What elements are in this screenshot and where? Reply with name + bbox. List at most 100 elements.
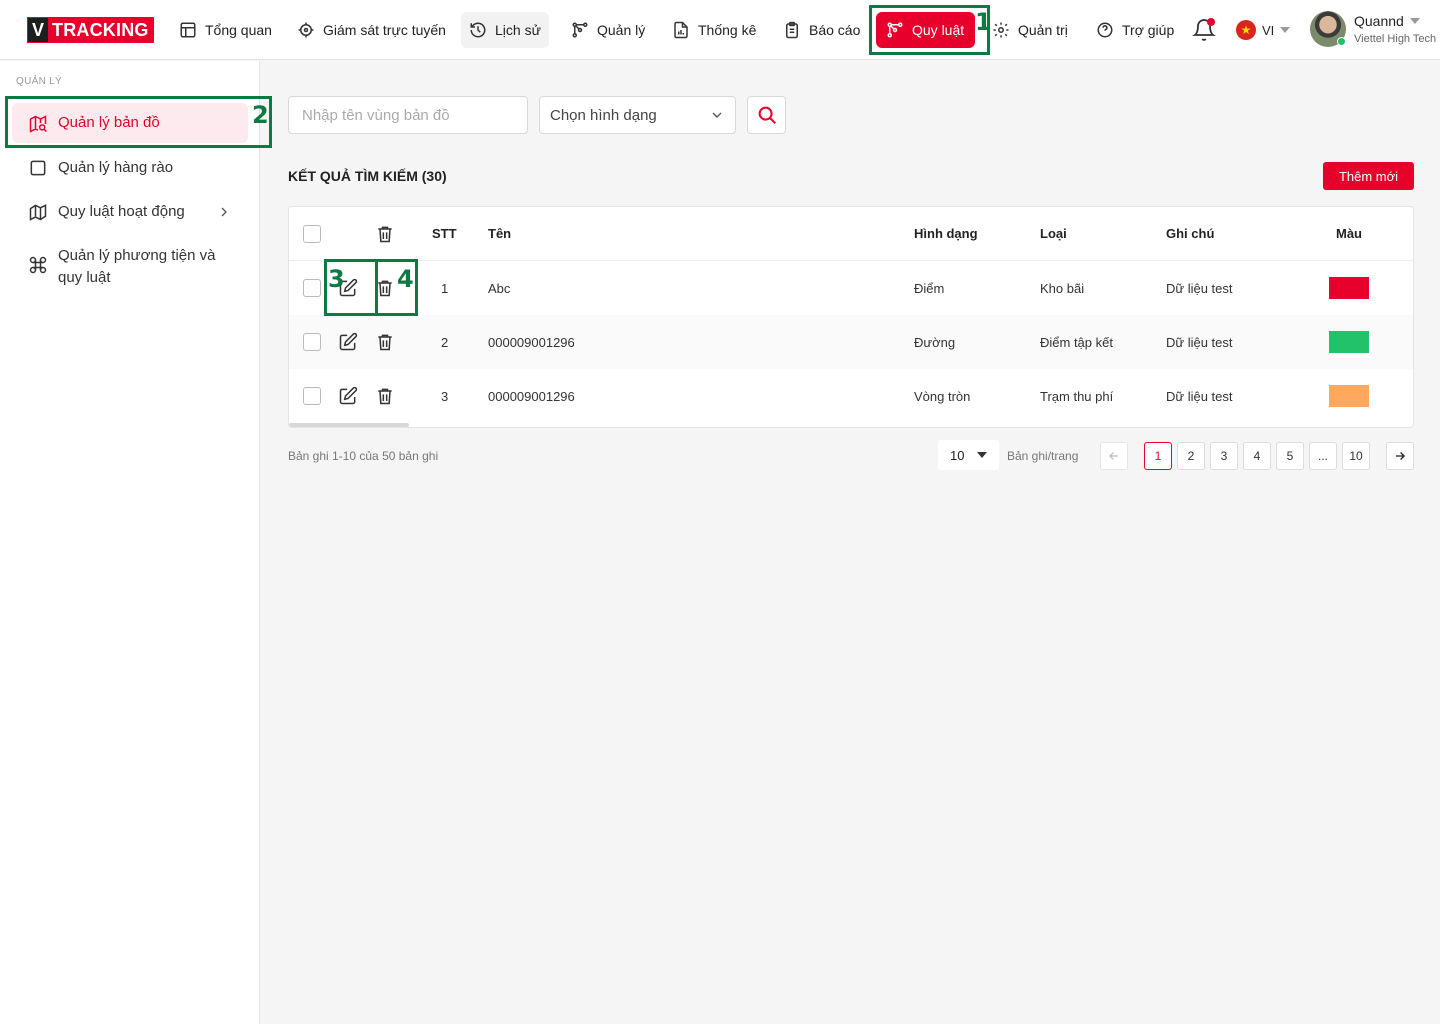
nav-bao-cao[interactable]: Báo cáo [775,12,868,48]
cell-name: 000009001296 [488,334,575,350]
sidebar-section-title: QUẢN LÝ [16,76,63,87]
online-status-dot [1337,37,1346,46]
cell-shape: Đường [914,334,956,350]
next-page-button[interactable] [1386,442,1414,470]
add-new-button[interactable]: Thêm mới [1323,162,1414,190]
caret-down-icon [977,452,987,458]
sidebar-item-label: Quy luật hoạt động [58,203,185,220]
shape-select-placeholder: Chọn hình dạng [550,106,657,124]
chevron-down-icon [1280,27,1291,33]
search-button[interactable] [747,96,786,134]
cell-stt: 2 [441,334,449,350]
nav-label: Báo cáo [809,22,861,38]
color-swatch [1329,277,1369,299]
nav-quan-ly[interactable]: Quản lý [563,12,653,48]
table-header-row: STT Tên Hình dạng Loại Ghi chú Màu [289,207,1413,261]
page-button[interactable]: 3 [1210,442,1238,470]
page-button[interactable]: 10 [1342,442,1370,470]
horizontal-scrollbar[interactable] [289,423,409,427]
nav-label: Quản lý [597,22,646,38]
page-button[interactable]: 1 [1144,442,1172,470]
header-color: Màu [1336,226,1362,241]
table-row: 2 000009001296 Đường Điểm tập kết Dữ liệu te… [289,315,1413,369]
annotation-number-4: 4 [397,265,414,293]
prev-page-button[interactable] [1100,442,1128,470]
map-fold-icon [29,204,47,221]
notification-bell[interactable] [1192,18,1216,42]
color-swatch [1329,385,1369,407]
user-name: Quannd [1354,13,1404,29]
header-name: Tên [488,226,512,241]
sidebar-item-quy-luat-hoat-dong[interactable]: Quy luật hoạt động [12,201,248,223]
row-checkbox[interactable] [303,279,321,297]
nav-label: Quản trị [1018,22,1068,38]
table-row: 3 000009001296 Vòng tròn Trạm thu phí Dữ liệ… [289,369,1413,423]
page-size-value: 10 [950,447,965,463]
page-size-label: Bản ghi/trang [1007,449,1079,463]
trash-icon[interactable] [375,386,395,406]
page-button[interactable]: 5 [1276,442,1304,470]
user-menu[interactable]: Quannd Viettel High Tech [1310,11,1436,47]
page-button[interactable]: 2 [1177,442,1205,470]
table-row: 1 Abc Điểm Kho bãi Dữ liệu test [289,261,1413,315]
search-icon [758,106,776,124]
annotation-box-1 [869,5,990,55]
annotation-number-2: 2 [252,101,269,129]
vtracking-logo[interactable]: V TRACKING [27,17,154,43]
cell-note: Dữ liệu test [1166,388,1233,404]
language-selector[interactable]: ★ VI [1236,20,1291,40]
cell-note: Dữ liệu test [1166,334,1233,350]
sidebar-item-quan-ly-hang-rao[interactable]: Quản lý hàng rào [12,157,248,179]
results-title: KẾT QUẢ TÌM KIẾM (30) [288,168,447,184]
vietnam-flag-icon: ★ [1236,20,1256,40]
header-shape: Hình dạng [914,226,978,241]
cell-type: Kho bãi [1040,280,1085,296]
map-table: STT Tên Hình dạng Loại Ghi chú Màu 1 Abc Đ… [288,206,1414,428]
chevron-right-icon [221,207,227,217]
notification-dot [1207,18,1215,26]
map-name-search-input[interactable] [288,96,528,134]
help-icon [1097,22,1113,38]
arrow-left-icon [1109,452,1119,460]
sidebar-item-label: Quản lý phương tiện và quy luật [58,247,216,286]
page-button[interactable]: 4 [1243,442,1271,470]
chart-file-icon [674,21,688,39]
user-organization: Viettel High Tech [1354,33,1437,45]
shape-select[interactable]: Chọn hình dạng [539,96,736,134]
cell-name: 000009001296 [488,388,575,404]
cell-shape: Vòng tròn [914,388,971,404]
trash-icon[interactable] [375,224,395,244]
logo-text: TRACKING [52,19,149,40]
nav-label: Lịch sử [495,22,541,38]
history-icon [470,22,486,38]
logo-v: V [28,18,49,42]
row-checkbox[interactable] [303,387,321,405]
row-checkbox[interactable] [303,333,321,351]
nav-giam-sat[interactable]: Giám sát trực tuyến [289,12,454,48]
sidebar: QUẢN LÝ Quản lý bản đồ Quản lý hàng rào … [0,61,260,1024]
page-ellipsis[interactable]: ... [1309,442,1337,470]
record-count-info: Bản ghi 1-10 của 50 bản ghi [288,449,439,463]
dashboard-icon [180,22,196,38]
edit-icon[interactable] [338,332,358,352]
nav-tong-quan[interactable]: Tổng quan [171,12,280,48]
clipboard-icon [786,21,798,39]
cell-type: Trạm thu phí [1040,388,1114,404]
nav-label: Tổng quan [205,22,272,38]
nav-lich-su[interactable]: Lịch sử [461,12,549,48]
page-size-select[interactable]: 10 [938,440,999,470]
annotation-number-1: 1 [975,8,992,36]
nav-tro-giup[interactable]: Trợ giúp [1088,12,1182,48]
avatar [1310,11,1346,47]
trash-icon[interactable] [375,332,395,352]
select-all-checkbox[interactable] [303,224,321,243]
edit-icon[interactable] [338,386,358,406]
arrow-right-icon [1395,452,1405,460]
nav-quan-tri[interactable]: Quản trị [984,12,1076,48]
header-type: Loại [1040,226,1067,241]
nav-label: Thống kê [698,22,757,38]
sidebar-item-quan-ly-phuong-tien[interactable]: Quản lý phương tiện và quy luật [12,245,242,289]
cell-stt: 3 [441,388,449,404]
nav-thong-ke[interactable]: Thống kê [664,12,764,48]
language-code: VI [1262,22,1275,38]
